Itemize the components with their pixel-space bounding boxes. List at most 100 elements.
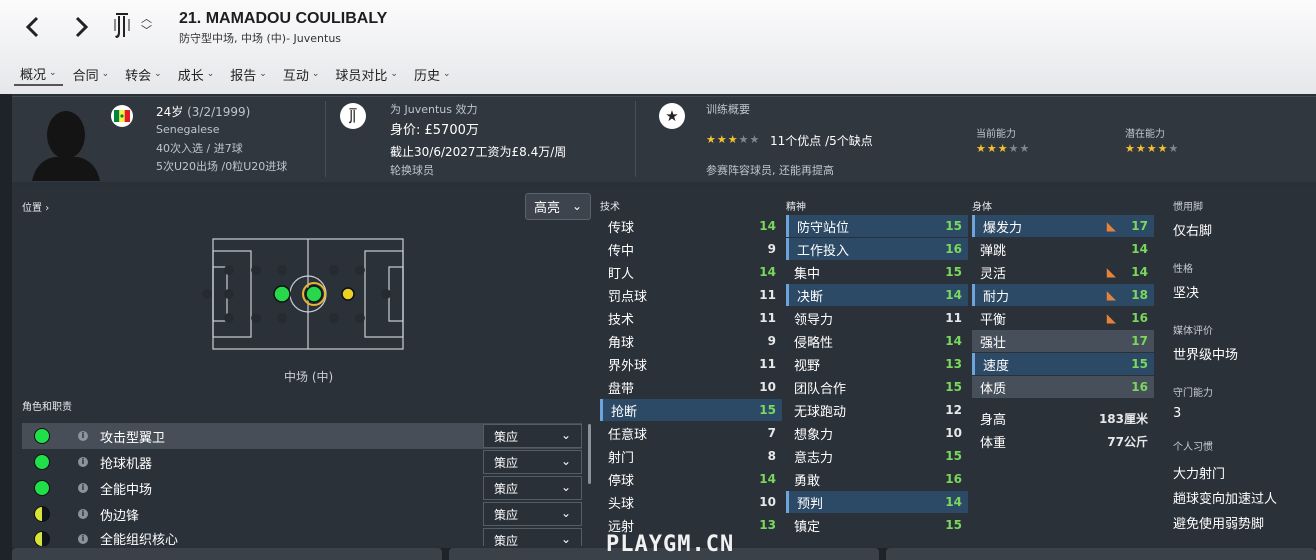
- tab-overview[interactable]: 概况 ⌄: [14, 62, 63, 86]
- attribute-row[interactable]: 预判 14: [786, 491, 968, 513]
- attribute-name: 勇敢: [794, 473, 821, 489]
- duty-select[interactable]: 策应 ⌄: [483, 528, 582, 546]
- attribute-row[interactable]: 盯人 14: [600, 261, 782, 283]
- attribute-name: 集中: [794, 266, 821, 282]
- star-icon: ★: [716, 133, 727, 146]
- bottom-card[interactable]: [12, 548, 442, 560]
- duty-select[interactable]: 策应 ⌄: [483, 476, 582, 500]
- attribute-row[interactable]: 速度 15: [972, 353, 1154, 375]
- attribute-row[interactable]: 停球 14: [600, 468, 782, 490]
- role-row[interactable]: i 全能组织核心 策应 ⌄: [22, 527, 582, 546]
- attribute-value: 15: [759, 403, 776, 417]
- attribute-row[interactable]: 罚点球 11: [600, 284, 782, 306]
- star-icon: ★: [976, 142, 986, 155]
- duty-select[interactable]: 策应 ⌄: [483, 502, 582, 526]
- star-icon: ★: [1168, 142, 1179, 155]
- attribute-row[interactable]: 防守站位 15: [786, 215, 968, 237]
- attribute-row[interactable]: 意志力 15: [786, 445, 968, 467]
- tab-interaction[interactable]: 互动 ⌄: [277, 62, 326, 86]
- habits-label: 个人习惯: [1173, 442, 1213, 453]
- tab-contract[interactable]: 合同 ⌄: [67, 62, 116, 86]
- back-button[interactable]: [18, 12, 48, 42]
- attribute-row[interactable]: 爆发力 ◣ 17: [972, 215, 1154, 237]
- info-icon[interactable]: i: [78, 431, 88, 441]
- attribute-value: 16: [1131, 380, 1148, 394]
- duty-value: 策应: [494, 455, 519, 470]
- attribute-row[interactable]: 抢断 15: [600, 399, 782, 421]
- highlight-select[interactable]: 高亮 ⌄: [525, 193, 591, 220]
- role-row[interactable]: i 伪边锋 策应 ⌄: [22, 501, 582, 527]
- height-label: 身高: [980, 412, 1007, 428]
- attribute-row[interactable]: 灵活 ◣ 14: [972, 261, 1154, 283]
- star-icon: ★: [1019, 142, 1030, 155]
- attribute-row[interactable]: 任意球 7: [600, 422, 782, 444]
- attribute-row[interactable]: 视野 13: [786, 353, 968, 375]
- role-row[interactable]: i 全能中场 策应 ⌄: [22, 475, 582, 501]
- attribute-row[interactable]: 领导力 11: [786, 307, 968, 329]
- role-fit-icon: [34, 531, 50, 546]
- position-dot-amc: [341, 287, 355, 301]
- role-row[interactable]: i 攻击型翼卫 策应 ⌄: [22, 423, 582, 449]
- attribute-row[interactable]: 平衡 ◣ 16: [972, 307, 1154, 329]
- attribute-row[interactable]: 勇敢 16: [786, 468, 968, 490]
- duty-value: 策应: [494, 533, 519, 547]
- attribute-row[interactable]: 界外球 11: [600, 353, 782, 375]
- training-star-icon[interactable]: ★: [659, 103, 685, 129]
- forward-button[interactable]: [66, 12, 96, 42]
- attribute-row[interactable]: 集中 15: [786, 261, 968, 283]
- attribute-row[interactable]: 体质 16: [972, 376, 1154, 398]
- attribute-row[interactable]: 传中 9: [600, 238, 782, 260]
- star-icon: ★: [986, 142, 997, 155]
- habit-item: 避免使用弱势脚: [1173, 517, 1265, 532]
- club-switch-stepper[interactable]: ︿ ﹀: [141, 13, 152, 37]
- tab-label: 历史: [413, 68, 440, 84]
- tab-development[interactable]: 成长 ⌄: [172, 62, 221, 86]
- duty-value: 策应: [494, 429, 519, 444]
- attribute-row[interactable]: 团队合作 15: [786, 376, 968, 398]
- role-name: 全能中场: [100, 482, 153, 498]
- attribute-row[interactable]: 弹跳 14: [972, 238, 1154, 260]
- club-label: 为 Juventus 效力: [390, 103, 478, 116]
- player-age: 24岁 (3/2/1999): [156, 103, 250, 120]
- attribute-row[interactable]: 技术 11: [600, 307, 782, 329]
- info-icon[interactable]: i: [78, 534, 88, 544]
- role-row[interactable]: i 抢球机器 策应 ⌄: [22, 449, 582, 475]
- chevron-down-icon[interactable]: ﹀: [141, 25, 152, 37]
- tab-compare[interactable]: 球员对比 ⌄: [329, 62, 404, 86]
- attribute-row[interactable]: 强壮 17: [972, 330, 1154, 352]
- club-badge-icon[interactable]: [340, 103, 366, 129]
- attribute-value: 9: [767, 242, 776, 256]
- attribute-row[interactable]: 耐力 ◣ 18: [972, 284, 1154, 306]
- attribute-row[interactable]: 盘带 10: [600, 376, 782, 398]
- attribute-row[interactable]: 头球 10: [600, 491, 782, 513]
- attribute-row[interactable]: 决断 14: [786, 284, 968, 306]
- tab-reports[interactable]: 报告 ⌄: [224, 62, 273, 86]
- club-logo-icon[interactable]: [112, 11, 132, 45]
- attribute-row[interactable]: 侵略性 14: [786, 330, 968, 352]
- attribute-row[interactable]: 想象力 10: [786, 422, 968, 444]
- duty-select[interactable]: 策应 ⌄: [483, 450, 582, 474]
- chevron-down-icon: ⌄: [560, 480, 571, 494]
- attribute-name: 弹跳: [980, 243, 1007, 259]
- tab-history[interactable]: 历史 ⌄: [408, 62, 457, 86]
- duty-select[interactable]: 策应 ⌄: [483, 424, 582, 448]
- attribute-row[interactable]: 镇定 15: [786, 514, 968, 536]
- attribute-row[interactable]: 工作投入 16: [786, 238, 968, 260]
- role-name: 抢球机器: [100, 456, 153, 472]
- info-icon[interactable]: i: [78, 509, 88, 519]
- tab-transfer[interactable]: 转会 ⌄: [119, 62, 168, 86]
- attribute-row[interactable]: 角球 9: [600, 330, 782, 352]
- info-icon[interactable]: i: [78, 483, 88, 493]
- attribute-row[interactable]: 无球跑动 12: [786, 399, 968, 421]
- nationality-flag-icon[interactable]: [111, 105, 133, 127]
- info-icon[interactable]: i: [78, 457, 88, 467]
- attribute-value: 16: [945, 242, 962, 256]
- roles-scrollbar[interactable]: [588, 424, 591, 484]
- attribute-name: 灵活: [980, 266, 1007, 282]
- attribute-row[interactable]: 传球 14: [600, 215, 782, 237]
- position-section-link[interactable]: 位置 ›: [22, 199, 49, 214]
- attribute-value: 14: [1131, 265, 1148, 279]
- attribute-name: 团队合作: [794, 381, 847, 397]
- attribute-row[interactable]: 射门 8: [600, 445, 782, 467]
- bottom-card[interactable]: [886, 548, 1316, 560]
